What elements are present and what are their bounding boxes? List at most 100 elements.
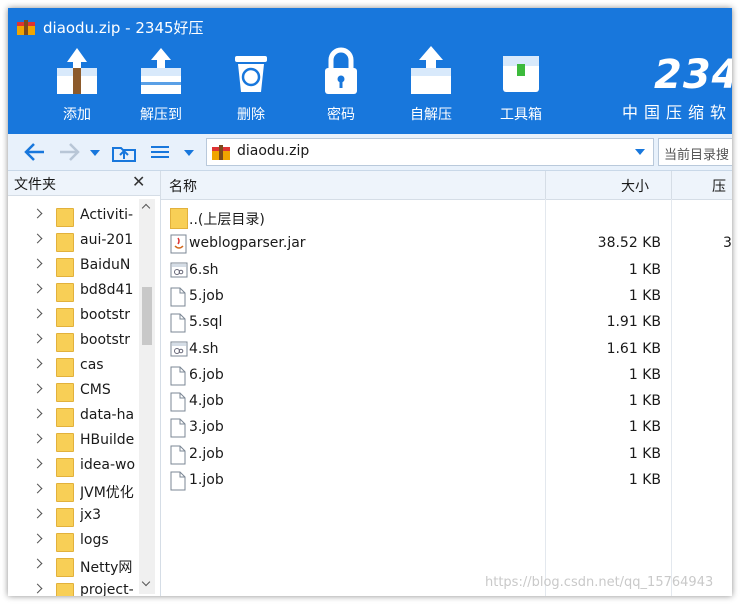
file-row[interactable]: 2.job 1 KB bbox=[161, 442, 732, 468]
folder-pane: 文件夹 ✕ Activiti-aui-201 BaiduN bd8d41 bootst… bbox=[8, 171, 161, 596]
file-size: 1 KB bbox=[628, 366, 661, 383]
extract-to-label: 解压到 bbox=[140, 107, 182, 123]
scroll-down-icon[interactable] bbox=[141, 577, 151, 587]
file-row[interactable]: 1.job 1 KB bbox=[161, 468, 732, 494]
folder-item[interactable]: logs bbox=[8, 529, 138, 554]
chevron-right-icon[interactable] bbox=[32, 583, 43, 594]
file-size: 1 KB bbox=[628, 393, 661, 410]
file-row[interactable]: 5.job 1 KB bbox=[161, 284, 732, 310]
folder-item[interactable]: cas bbox=[8, 354, 138, 379]
add-archive-icon bbox=[57, 48, 97, 94]
file-size: 1.91 KB bbox=[606, 314, 661, 331]
view-dropdown-icon[interactable] bbox=[182, 140, 196, 164]
folder-item[interactable]: aui-201 bbox=[8, 229, 138, 254]
chevron-right-icon[interactable] bbox=[32, 533, 43, 544]
toolbox-button[interactable]: 工具箱 bbox=[486, 46, 556, 126]
folder-icon bbox=[56, 358, 74, 377]
script-file-icon bbox=[170, 262, 188, 278]
file-row[interactable]: 6.job 1 KB bbox=[161, 363, 732, 389]
folder-item[interactable]: project- bbox=[8, 579, 138, 596]
file-row[interactable]: ..(上层目录) bbox=[161, 205, 732, 231]
password-label: 密码 bbox=[327, 107, 355, 123]
column-size[interactable]: 大小 bbox=[621, 176, 649, 196]
folder-item[interactable]: bootstr bbox=[8, 304, 138, 329]
address-field[interactable]: diaodu.zip bbox=[206, 138, 654, 166]
folder-item[interactable]: JVM优化 bbox=[8, 479, 138, 504]
chevron-right-icon[interactable] bbox=[32, 208, 43, 219]
chevron-right-icon[interactable] bbox=[32, 283, 43, 294]
folder-item-label: HBuilde bbox=[80, 432, 135, 448]
folder-scrollbar[interactable] bbox=[139, 199, 155, 594]
add-button[interactable]: 添加 bbox=[42, 46, 112, 126]
folder-icon bbox=[56, 308, 74, 327]
chevron-right-icon[interactable] bbox=[32, 458, 43, 469]
address-dropdown-icon[interactable] bbox=[635, 149, 645, 155]
folder-icon bbox=[56, 258, 74, 277]
up-folder-icon[interactable] bbox=[110, 140, 138, 164]
chevron-right-icon[interactable] bbox=[32, 308, 43, 319]
folder-item[interactable]: jx3 bbox=[8, 504, 138, 529]
folder-item-label: idea-wo bbox=[80, 457, 136, 473]
chevron-right-icon[interactable] bbox=[32, 358, 43, 369]
delete-button[interactable]: 删除 bbox=[216, 46, 286, 126]
file-name: 1.job bbox=[189, 472, 224, 488]
folder-item[interactable]: HBuilde bbox=[8, 429, 138, 454]
chevron-right-icon[interactable] bbox=[32, 558, 43, 569]
window-title: diaodu.zip - 2345好压 bbox=[43, 19, 204, 37]
folder-pane-title: 文件夹 bbox=[14, 177, 56, 193]
password-lock-icon bbox=[325, 47, 357, 94]
toolbox-icon bbox=[503, 56, 539, 92]
folder-icon bbox=[56, 533, 74, 552]
password-button[interactable]: 密码 bbox=[306, 46, 376, 126]
chevron-right-icon[interactable] bbox=[32, 333, 43, 344]
header-bar: diaodu.zip - 2345好压 添加 解压到 删除 密码 自解压 工具箱… bbox=[8, 8, 732, 134]
search-placeholder: 当前目录搜 bbox=[664, 148, 730, 163]
scroll-up-icon[interactable] bbox=[141, 203, 151, 213]
brand-subtitle: 中国压缩软件 bbox=[622, 103, 732, 122]
folder-item-label: jx3 bbox=[80, 507, 102, 523]
search-input[interactable]: 当前目录搜 bbox=[658, 138, 732, 166]
folder-icon bbox=[170, 208, 188, 229]
scroll-thumb[interactable] bbox=[142, 287, 152, 345]
chevron-right-icon[interactable] bbox=[32, 508, 43, 519]
folder-item[interactable]: Netty网 bbox=[8, 554, 138, 579]
file-icon bbox=[170, 418, 186, 438]
file-row[interactable]: 3.job 1 KB bbox=[161, 415, 732, 441]
file-row[interactable]: 6.sh 1 KB bbox=[161, 258, 732, 284]
self-extract-button[interactable]: 自解压 bbox=[396, 46, 466, 126]
close-icon[interactable]: ✕ bbox=[132, 172, 145, 191]
self-extract-icon bbox=[411, 46, 451, 94]
file-row[interactable]: 4.job 1 KB bbox=[161, 389, 732, 415]
chevron-right-icon[interactable] bbox=[32, 383, 43, 394]
view-list-icon[interactable] bbox=[148, 140, 172, 164]
chevron-right-icon[interactable] bbox=[32, 233, 43, 244]
history-dropdown-icon[interactable] bbox=[88, 140, 102, 164]
address-path: diaodu.zip bbox=[237, 143, 310, 159]
file-icon bbox=[170, 392, 186, 412]
file-name: 5.job bbox=[189, 287, 224, 304]
file-row[interactable]: weblogparser.jar 38.52 KB 3 bbox=[161, 231, 732, 257]
column-name[interactable]: 名称 bbox=[169, 176, 197, 196]
folder-item[interactable]: bootstr bbox=[8, 329, 138, 354]
forward-arrow-icon[interactable] bbox=[56, 140, 82, 164]
extract-to-button[interactable]: 解压到 bbox=[126, 46, 196, 126]
folder-item[interactable]: Activiti- bbox=[8, 204, 138, 229]
chevron-right-icon[interactable] bbox=[32, 258, 43, 269]
file-size: 1 KB bbox=[628, 472, 661, 488]
chevron-right-icon[interactable] bbox=[32, 433, 43, 444]
file-row[interactable]: 5.sql 1.91 KB bbox=[161, 310, 732, 336]
file-row[interactable]: 4.sh 1.61 KB bbox=[161, 337, 732, 363]
file-icon bbox=[170, 313, 186, 333]
folder-icon bbox=[56, 208, 74, 227]
folder-item[interactable]: CMS bbox=[8, 379, 138, 404]
column-compressed[interactable]: 压 bbox=[712, 176, 726, 196]
chevron-right-icon[interactable] bbox=[32, 483, 43, 494]
chevron-right-icon[interactable] bbox=[32, 408, 43, 419]
archive-app-icon bbox=[17, 20, 35, 35]
folder-icon bbox=[56, 458, 74, 477]
folder-item[interactable]: bd8d41 bbox=[8, 279, 138, 304]
folder-item[interactable]: idea-wo bbox=[8, 454, 138, 479]
back-arrow-icon[interactable] bbox=[22, 140, 48, 164]
folder-item[interactable]: BaiduN bbox=[8, 254, 138, 279]
folder-item[interactable]: data-ha bbox=[8, 404, 138, 429]
